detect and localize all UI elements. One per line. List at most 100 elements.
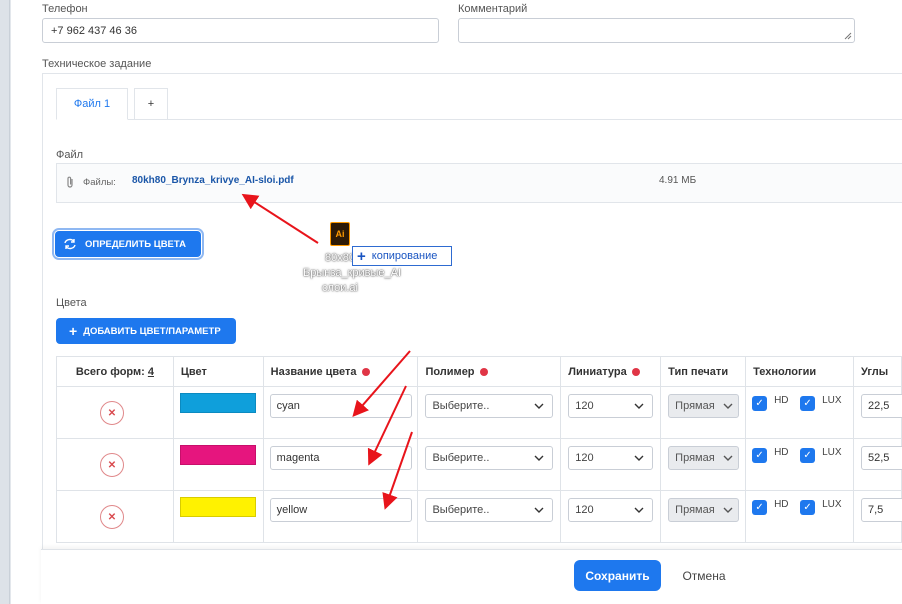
lineature-select[interactable]: 120 bbox=[568, 446, 654, 470]
chevron-down-icon bbox=[634, 455, 644, 461]
lux-checkbox[interactable]: ✓ bbox=[800, 500, 816, 515]
header-total-forms: Всего форм: 4 bbox=[56, 356, 174, 387]
comment-textarea[interactable] bbox=[458, 18, 855, 43]
header-print-type: Тип печати bbox=[660, 356, 747, 387]
print-type-select[interactable]: Прямая bbox=[668, 394, 740, 418]
lineature-select[interactable]: 120 bbox=[568, 394, 654, 418]
tab-bar-line bbox=[56, 119, 902, 120]
angle-input[interactable]: 22,5 bbox=[860, 394, 902, 418]
angle-input[interactable]: 52,5 bbox=[860, 446, 902, 470]
color-swatch[interactable] bbox=[179, 497, 256, 517]
color-name-input[interactable]: magenta bbox=[269, 446, 412, 470]
swatch-cell bbox=[172, 386, 264, 439]
file-link[interactable]: 80kh80_Brynza_krivye_AI-sloi.pdf bbox=[132, 175, 294, 186]
total-forms-count[interactable]: 4 bbox=[148, 366, 154, 378]
header-angles: Углы bbox=[852, 356, 902, 387]
table-row: ✕ cyan Выберите.. 120 Прямая ✓ HD ✓ LUX 22… bbox=[56, 386, 902, 439]
copy-tooltip: + копирование bbox=[352, 246, 452, 266]
angle-cell: 7,5 bbox=[852, 490, 902, 543]
polymer-select[interactable]: Выберите.. bbox=[425, 394, 554, 418]
chevron-down-icon bbox=[723, 403, 733, 409]
header-color-name: Название цвета bbox=[262, 356, 419, 387]
color-name-input[interactable]: yellow bbox=[269, 498, 412, 522]
polymer-select[interactable]: Выберите.. bbox=[425, 498, 554, 522]
app-window: Телефон +7 962 437 46 36 Комментарий Тех… bbox=[0, 0, 902, 604]
name-cell: cyan bbox=[262, 386, 419, 439]
required-dot-icon bbox=[361, 367, 370, 376]
remove-cell: ✕ bbox=[56, 386, 174, 439]
cancel-button[interactable]: Отмена bbox=[676, 560, 732, 591]
chevron-down-icon bbox=[634, 507, 644, 513]
remove-row-icon[interactable]: ✕ bbox=[100, 453, 124, 477]
refresh-icon bbox=[64, 238, 76, 250]
file-section-label: Файл bbox=[56, 149, 84, 161]
required-dot-icon bbox=[479, 367, 488, 376]
remove-row-icon[interactable]: ✕ bbox=[100, 401, 124, 425]
swatch-cell bbox=[172, 438, 264, 491]
save-button[interactable]: Сохранить bbox=[574, 560, 661, 591]
footer-bar bbox=[41, 549, 902, 604]
color-name-input[interactable]: cyan bbox=[269, 394, 412, 418]
lineature-cell: 120 bbox=[560, 386, 662, 439]
detect-colors-button[interactable]: ОПРЕДЕЛИТЬ ЦВЕТА bbox=[52, 228, 204, 260]
angle-cell: 52,5 bbox=[852, 438, 902, 491]
header-lineature: Линиатура bbox=[560, 356, 662, 387]
chevron-down-icon bbox=[534, 507, 544, 513]
header-color: Цвет bbox=[172, 356, 264, 387]
print-type-cell: Прямая bbox=[660, 490, 747, 543]
file-size: 4.91 МБ bbox=[659, 175, 697, 186]
comment-label: Комментарий bbox=[458, 3, 528, 15]
lineature-cell: 120 bbox=[560, 438, 662, 491]
polymer-cell: Выберите.. bbox=[417, 438, 562, 491]
header-polymer: Полимер bbox=[417, 356, 562, 387]
lineature-cell: 120 bbox=[560, 490, 662, 543]
hd-checkbox[interactable]: ✓ bbox=[752, 448, 768, 463]
resize-handle-icon[interactable] bbox=[844, 32, 852, 40]
colors-section-label: Цвета bbox=[56, 297, 87, 309]
plus-icon: + bbox=[69, 323, 78, 339]
required-dot-icon bbox=[631, 367, 640, 376]
table-header-row: Всего форм: 4 Цвет Название цвета Полиме… bbox=[56, 356, 902, 387]
print-type-cell: Прямая bbox=[660, 386, 747, 439]
polymer-select[interactable]: Выберите.. bbox=[425, 446, 554, 470]
print-type-select[interactable]: Прямая bbox=[668, 498, 740, 522]
tab-add[interactable]: + bbox=[134, 88, 168, 120]
technologies-cell: ✓ HD ✓ LUX bbox=[745, 490, 854, 543]
name-cell: yellow bbox=[262, 490, 419, 543]
print-type-cell: Прямая bbox=[660, 438, 747, 491]
hd-checkbox[interactable]: ✓ bbox=[752, 500, 768, 515]
technologies-cell: ✓ HD ✓ LUX bbox=[745, 386, 854, 439]
chevron-down-icon bbox=[534, 403, 544, 409]
header-technologies: Технологии bbox=[745, 356, 854, 387]
tz-label: Техническое задание bbox=[42, 58, 152, 70]
phone-value: +7 962 437 46 36 bbox=[51, 24, 137, 37]
print-type-select[interactable]: Прямая bbox=[668, 446, 740, 470]
left-panel-edge bbox=[0, 0, 10, 604]
add-color-button[interactable]: + ДОБАВИТЬ ЦВЕТ/ПАРАМЕТР bbox=[56, 318, 236, 344]
table-row: ✕ magenta Выберите.. 120 Прямая ✓ HD ✓ LUX… bbox=[56, 438, 902, 491]
paperclip-icon bbox=[67, 176, 73, 188]
color-swatch[interactable] bbox=[179, 445, 256, 465]
phone-input[interactable]: +7 962 437 46 36 bbox=[42, 18, 439, 43]
polymer-cell: Выберите.. bbox=[417, 490, 562, 543]
remove-cell: ✕ bbox=[56, 490, 174, 543]
hd-checkbox[interactable]: ✓ bbox=[752, 396, 768, 411]
color-swatch[interactable] bbox=[179, 393, 256, 413]
remove-cell: ✕ bbox=[56, 438, 174, 491]
lux-checkbox[interactable]: ✓ bbox=[800, 448, 816, 463]
plus-icon: + bbox=[357, 247, 366, 265]
lineature-select[interactable]: 120 bbox=[568, 498, 654, 522]
tab-file-1[interactable]: Файл 1 bbox=[56, 88, 128, 120]
phone-label: Телефон bbox=[42, 3, 88, 15]
name-cell: magenta bbox=[262, 438, 419, 491]
chevron-down-icon bbox=[634, 403, 644, 409]
angle-cell: 22,5 bbox=[852, 386, 902, 439]
colors-table: Всего форм: 4 Цвет Название цвета Полиме… bbox=[56, 356, 902, 543]
remove-row-icon[interactable]: ✕ bbox=[100, 505, 124, 529]
chevron-down-icon bbox=[723, 507, 733, 513]
table-row: ✕ yellow Выберите.. 120 Прямая ✓ HD ✓ LUX … bbox=[56, 490, 902, 543]
angle-input[interactable]: 7,5 bbox=[860, 498, 902, 522]
chevron-down-icon bbox=[723, 455, 733, 461]
lux-checkbox[interactable]: ✓ bbox=[800, 396, 816, 411]
chevron-down-icon bbox=[534, 455, 544, 461]
